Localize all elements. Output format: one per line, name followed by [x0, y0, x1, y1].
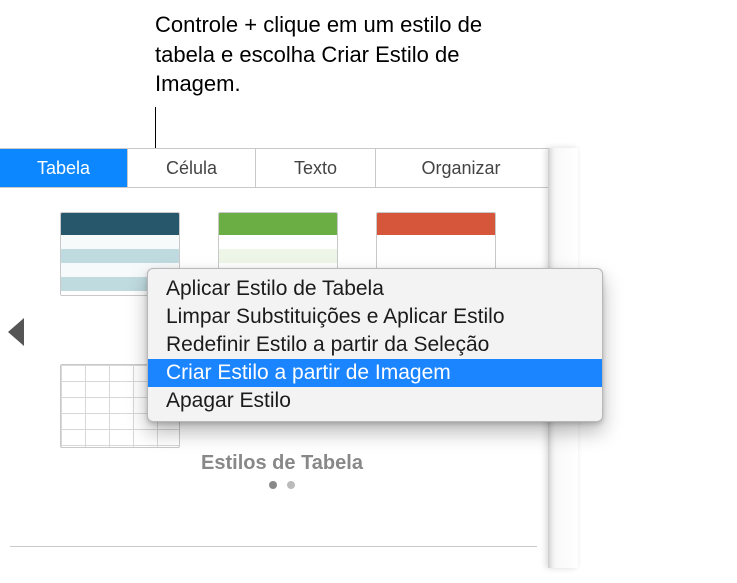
callout-text: Controle + clique em um estilo de tabela…	[155, 10, 535, 99]
divider	[10, 546, 537, 547]
menu-apply-table-style[interactable]: Aplicar Estilo de Tabela	[148, 275, 602, 303]
pager-dot[interactable]	[269, 481, 277, 489]
context-menu: Aplicar Estilo de Tabela Limpar Substitu…	[147, 268, 603, 422]
tab-text[interactable]: Texto	[256, 149, 376, 187]
tab-table[interactable]: Tabela	[0, 149, 128, 187]
menu-create-style-from-image[interactable]: Criar Estilo a partir de Imagem	[148, 359, 602, 387]
style-pager	[26, 481, 538, 489]
menu-delete-style[interactable]: Apagar Estilo	[148, 387, 602, 415]
previous-page-arrow-icon[interactable]	[8, 318, 24, 346]
menu-redefine-from-selection[interactable]: Redefinir Estilo a partir da Seleção	[148, 331, 602, 359]
menu-clear-overrides[interactable]: Limpar Substituições e Aplicar Estilo	[148, 303, 602, 331]
tab-bar: Tabela Célula Texto Organizar	[0, 148, 548, 188]
tab-organize[interactable]: Organizar	[376, 149, 546, 187]
table-styles-label: Estilos de Tabela	[26, 452, 538, 475]
tab-cell[interactable]: Célula	[128, 149, 256, 187]
pager-dot[interactable]	[287, 481, 295, 489]
